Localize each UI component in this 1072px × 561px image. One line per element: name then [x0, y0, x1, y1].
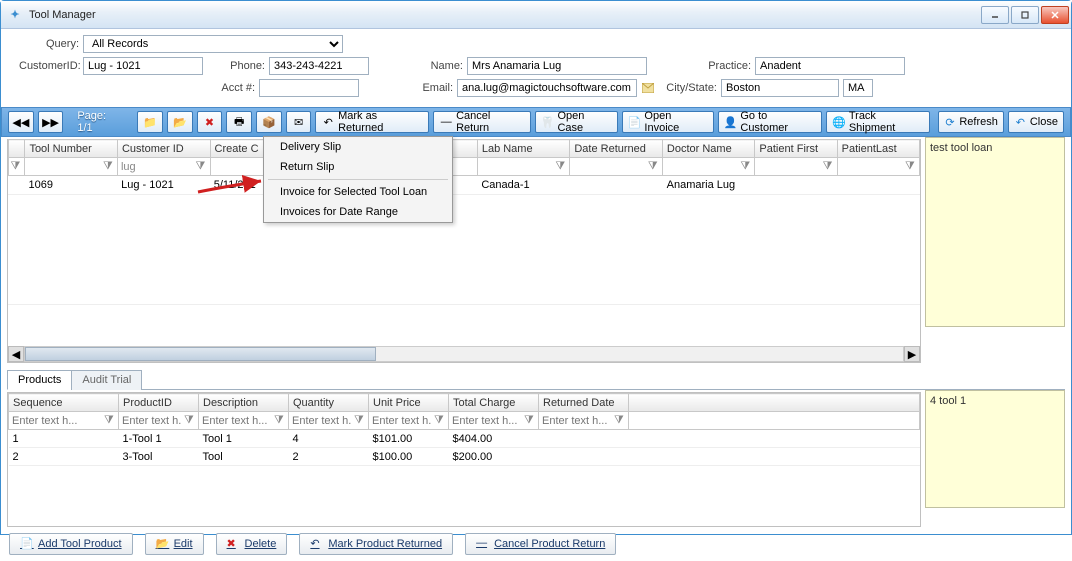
name-label: Name:	[403, 60, 463, 72]
menu-return-slip[interactable]: Return Slip	[264, 157, 452, 177]
mark-product-returned-button[interactable]: ↶Mark Product Returned	[299, 533, 453, 555]
table-row[interactable]: 1069 Lug - 1021 5/11/201 Canada-1 Anamar…	[8, 176, 920, 194]
menu-invoice-range[interactable]: Invoices for Date Range	[264, 202, 452, 222]
nav-next-button[interactable]: ▶▶	[38, 111, 64, 133]
undo-icon: ↶	[321, 115, 335, 129]
phone-label: Phone:	[217, 60, 265, 72]
close-icon: ↶	[1014, 115, 1027, 129]
undo-icon: ↶	[310, 537, 324, 551]
phone-field[interactable]	[269, 57, 369, 75]
titlebar: ✦ Tool Manager	[1, 1, 1071, 29]
maximize-button[interactable]	[1011, 6, 1039, 24]
menu-invoice-selected[interactable]: Invoice for Selected Tool Loan	[264, 182, 452, 202]
mail-button[interactable]: ✉	[286, 111, 312, 133]
delete-product-button[interactable]: ✖Delete	[216, 533, 288, 555]
name-field[interactable]	[467, 57, 647, 75]
globe-icon: 🌐	[832, 115, 846, 129]
col-date-returned[interactable]: Date Returned	[570, 140, 663, 158]
close-button[interactable]	[1041, 6, 1069, 24]
funnel-icon[interactable]: ⧩	[823, 160, 835, 172]
email-icon[interactable]	[641, 83, 655, 93]
tab-products[interactable]: Products	[7, 370, 72, 390]
table-row[interactable]: 11-Tool 1Tool 14$101.00$404.00	[9, 430, 920, 448]
minus-icon: —	[476, 537, 490, 551]
practice-label: Practice:	[681, 60, 751, 72]
citystate-label: City/State:	[659, 82, 717, 94]
horizontal-scrollbar[interactable]: ◀▶	[8, 346, 920, 362]
edit-product-button[interactable]: 📂Edit	[145, 533, 204, 555]
funnel-icon[interactable]: ⧩	[648, 160, 660, 172]
customer-icon: 👤	[724, 115, 738, 129]
open-invoice-button[interactable]: 📄Open Invoice	[622, 111, 714, 133]
funnel-icon[interactable]: ⧩	[905, 160, 917, 172]
funnel-icon[interactable]: ⧩	[103, 160, 115, 172]
query-select[interactable]: All Records	[83, 35, 343, 53]
table-row[interactable]: 23-ToolTool2$100.00$200.00	[9, 448, 920, 466]
edit-icon: 📂	[156, 537, 170, 551]
new-button[interactable]: 📁	[137, 111, 163, 133]
funnel-icon[interactable]: ⧩	[10, 160, 22, 172]
edit-icon: 📂	[173, 115, 187, 129]
minus-icon: —	[439, 115, 453, 129]
package-icon: 📦	[262, 115, 276, 129]
city-field[interactable]	[721, 79, 839, 97]
track-shipment-button[interactable]: 🌐Track Shipment	[826, 111, 929, 133]
print-dropdown: Delivery Slip Return Slip Invoice for Se…	[263, 136, 453, 223]
practice-field[interactable]	[755, 57, 905, 75]
package-button[interactable]: 📦	[256, 111, 282, 133]
note-panel-2[interactable]: 4 tool 1	[925, 390, 1065, 508]
email-label: Email:	[393, 82, 453, 94]
col-tool-number[interactable]: Tool Number	[25, 140, 118, 158]
toolbar: ◀◀ ▶▶ Page: 1/1 📁 📂 ✖ 🖶 📦 ✉ ↶Mark as Ret…	[1, 107, 1071, 137]
products-grid[interactable]: Sequence ProductID Description Quantity …	[8, 393, 920, 466]
tools-grid[interactable]: Tool Number Customer ID Create C Lab Nam…	[8, 139, 920, 176]
customerid-label: CustomerID:	[19, 60, 79, 72]
menu-delivery-slip[interactable]: Delivery Slip	[264, 137, 452, 157]
tab-audit-trial[interactable]: Audit Trial	[71, 370, 142, 390]
customerid-field[interactable]	[83, 57, 203, 75]
add-tool-product-button[interactable]: 📄Add Tool Product	[9, 533, 133, 555]
app-icon: ✦	[7, 7, 23, 23]
query-label: Query:	[19, 38, 79, 50]
cancel-return-button[interactable]: —Cancel Return	[433, 111, 530, 133]
col-doctor-name[interactable]: Doctor Name	[662, 140, 755, 158]
delete-button[interactable]: ✖	[197, 111, 223, 133]
col-patient-first[interactable]: Patient First	[755, 140, 837, 158]
invoice-icon: 📄	[628, 115, 642, 129]
go-to-customer-button[interactable]: 👤Go to Customer	[718, 111, 822, 133]
printer-icon: 🖶	[232, 115, 246, 129]
note-panel-1[interactable]: test tool loan	[925, 137, 1065, 327]
print-button[interactable]: 🖶	[226, 111, 252, 133]
state-field[interactable]	[843, 79, 873, 97]
delete-icon: ✖	[203, 115, 217, 129]
page-indicator: Page: 1/1	[67, 110, 133, 134]
col-lab-name[interactable]: Lab Name	[477, 140, 570, 158]
col-customer-id[interactable]: Customer ID	[117, 140, 210, 158]
cancel-product-return-button[interactable]: —Cancel Product Return	[465, 533, 616, 555]
close-panel-button[interactable]: ↶Close	[1008, 111, 1064, 133]
mail-icon: ✉	[292, 115, 306, 129]
mark-returned-button[interactable]: ↶Mark as Returned	[315, 111, 429, 133]
add-icon: 📄	[20, 537, 34, 551]
refresh-button[interactable]: ⟳Refresh	[938, 111, 1004, 133]
case-icon: 🦷	[541, 115, 555, 129]
email-field[interactable]	[457, 79, 637, 97]
nav-first-button[interactable]: ◀◀	[8, 111, 34, 133]
callout-arrow	[193, 157, 273, 197]
acct-label: Acct #:	[207, 82, 255, 94]
bottom-bar: 📄Add Tool Product 📂Edit ✖Delete ↶Mark Pr…	[1, 527, 1071, 561]
delete-icon: ✖	[227, 537, 241, 551]
minimize-button[interactable]	[981, 6, 1009, 24]
funnel-icon[interactable]: ⧩	[555, 160, 567, 172]
edit-button[interactable]: 📂	[167, 111, 193, 133]
folder-icon: 📁	[143, 115, 157, 129]
open-case-button[interactable]: 🦷Open Case	[535, 111, 618, 133]
filter-seq[interactable]	[9, 412, 118, 429]
funnel-icon[interactable]: ⧩	[740, 160, 752, 172]
refresh-icon: ⟳	[944, 115, 957, 129]
col-patient-last[interactable]: PatientLast	[837, 140, 919, 158]
window-title: Tool Manager	[29, 9, 981, 21]
acct-field[interactable]	[259, 79, 359, 97]
